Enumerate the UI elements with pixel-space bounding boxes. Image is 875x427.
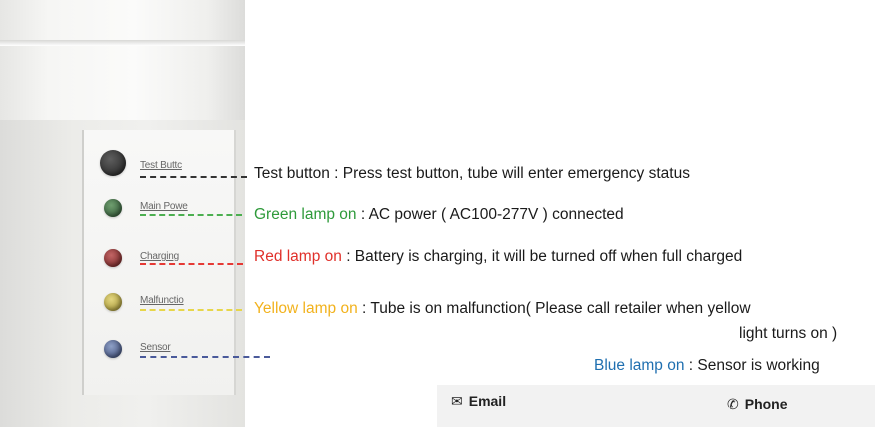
leader-line-malfunction bbox=[140, 309, 242, 311]
description-green-lamp: Green lamp on : AC power ( AC100-277V ) … bbox=[254, 206, 624, 224]
leader-line-test bbox=[140, 176, 247, 178]
description-yellow-lamp-continued: light turns on ) bbox=[739, 325, 838, 342]
test-button-indicator bbox=[100, 150, 126, 176]
panel-label-charging: Charging bbox=[140, 251, 179, 262]
green-lamp-text: : AC power ( AC100-277V ) connected bbox=[356, 206, 624, 223]
email-label: Email bbox=[468, 393, 507, 409]
blue-lamp-lead: Blue lamp on bbox=[594, 357, 685, 374]
panel-label-sensor: Sensor bbox=[140, 342, 171, 353]
contact-bar: ✉ Email ✆ Phone bbox=[437, 385, 875, 427]
panel-label-malfunction: Malfunctio bbox=[140, 295, 184, 306]
leader-line-charging bbox=[140, 263, 243, 265]
description-yellow-lamp: Yellow lamp on : Tube is on malfunction(… bbox=[254, 300, 751, 318]
leader-line-sensor bbox=[140, 356, 270, 358]
panel-label-main-power: Main Powe bbox=[140, 201, 188, 212]
malfunction-lamp bbox=[104, 293, 122, 311]
yellow-lamp-lead: Yellow lamp on bbox=[254, 300, 358, 317]
green-lamp-lead: Green lamp on bbox=[254, 206, 357, 223]
description-red-lamp: Red lamp on : Battery is charging, it wi… bbox=[254, 248, 742, 266]
phone-icon: ✆ bbox=[727, 396, 739, 412]
red-lamp-text: : Battery is charging, it will be turned… bbox=[341, 248, 743, 265]
blue-lamp-text: : Sensor is working bbox=[684, 357, 820, 374]
panel-label-test: Test Buttc bbox=[140, 160, 182, 171]
description-blue-lamp: Blue lamp on : Sensor is working bbox=[594, 357, 820, 375]
red-lamp-lead: Red lamp on bbox=[254, 248, 342, 265]
tube-end-cap bbox=[0, 0, 245, 120]
phone-link[interactable]: ✆ Phone bbox=[727, 396, 788, 413]
sensor-lamp bbox=[104, 340, 122, 358]
phone-label: Phone bbox=[744, 396, 788, 412]
main-power-lamp bbox=[104, 199, 122, 217]
email-link[interactable]: ✉ Email bbox=[451, 393, 506, 410]
charging-lamp bbox=[104, 249, 122, 267]
envelope-icon: ✉ bbox=[451, 393, 463, 409]
description-test-button: Test button : Press test button, tube wi… bbox=[254, 165, 690, 182]
yellow-lamp-text: : Tube is on malfunction( Please call re… bbox=[357, 300, 751, 317]
leader-line-main-power bbox=[140, 214, 242, 216]
